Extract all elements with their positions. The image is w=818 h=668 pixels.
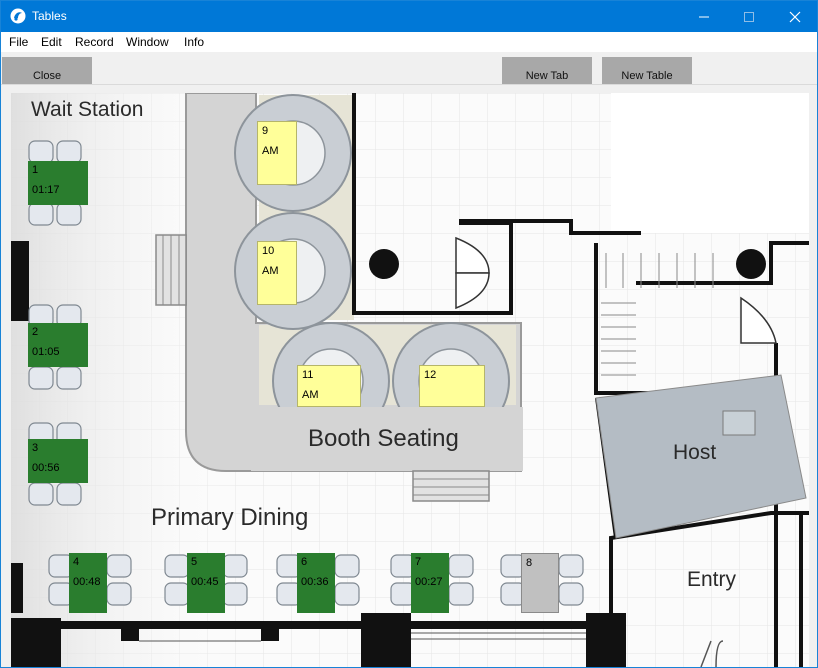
close-icon <box>789 11 801 23</box>
table-elapsed-time: 00:48 <box>73 576 101 588</box>
host-label: Host <box>673 441 717 464</box>
table-elapsed-time: 01:17 <box>32 184 60 196</box>
table-number: 12 <box>424 369 437 381</box>
maximize-button[interactable] <box>726 1 772 32</box>
minimize-button[interactable] <box>681 1 727 32</box>
table-elapsed-time: 00:56 <box>32 462 60 474</box>
tables-window: Tables File Edit Record Window Info Clos… <box>0 0 818 668</box>
maximize-icon <box>744 12 754 22</box>
table-1[interactable]: 1 01:17 <box>28 161 88 205</box>
entry-label: Entry <box>687 568 737 591</box>
table-6[interactable]: 6 00:36 <box>297 553 335 613</box>
table-number: 10 <box>262 245 275 257</box>
table-8[interactable]: 8 <box>521 553 559 613</box>
window-title: Tables <box>32 9 67 23</box>
table-number: 5 <box>191 556 198 568</box>
new-tab-button[interactable]: New Tab <box>502 57 592 84</box>
minimize-icon <box>699 16 709 18</box>
table-number: 8 <box>526 557 533 569</box>
table-reservation: AM <box>262 265 279 277</box>
primary-dining-label: Primary Dining <box>151 504 309 531</box>
toolbar: Close New Tab New Table <box>1 52 817 85</box>
table-2[interactable]: 2 01:05 <box>28 323 88 367</box>
table-reservation: AM <box>262 145 279 157</box>
table-number: 3 <box>32 442 39 454</box>
table-elapsed-time: 00:36 <box>301 576 329 588</box>
new-table-button[interactable]: New Table <box>602 57 692 84</box>
close-button[interactable]: Close <box>2 57 92 84</box>
menu-window[interactable]: Window <box>126 35 169 49</box>
booth-seating-label: Booth Seating <box>308 425 459 452</box>
table-number: 11 <box>302 369 314 381</box>
menu-edit[interactable]: Edit <box>41 35 62 49</box>
table-3[interactable]: 3 00:56 <box>28 439 88 483</box>
floor-plan[interactable]: Wait Station Booth Seating Primary Dinin… <box>11 93 809 667</box>
table-reservation: AM <box>302 389 319 401</box>
wait-station-label: Wait Station <box>31 98 144 121</box>
table-number: 6 <box>301 556 308 568</box>
table-number: 9 <box>262 125 269 137</box>
menu-record[interactable]: Record <box>75 35 114 49</box>
title-bar[interactable]: Tables <box>1 1 817 32</box>
table-number: 1 <box>32 164 39 176</box>
app-logo-icon <box>10 8 26 24</box>
table-12[interactable]: 12 <box>419 365 485 407</box>
menu-info[interactable]: Info <box>184 35 204 49</box>
table-elapsed-time: 00:45 <box>191 576 219 588</box>
table-7[interactable]: 7 00:27 <box>411 553 449 613</box>
table-10[interactable]: 10 AM <box>257 241 297 305</box>
table-9[interactable]: 9 AM <box>257 121 297 185</box>
table-number: 4 <box>73 556 80 568</box>
table-elapsed-time: 00:27 <box>415 576 443 588</box>
menu-file[interactable]: File <box>9 35 28 49</box>
table-5[interactable]: 5 00:45 <box>187 553 225 613</box>
table-4[interactable]: 4 00:48 <box>69 553 107 613</box>
table-11[interactable]: 11 AM <box>297 365 361 407</box>
table-elapsed-time: 01:05 <box>32 346 60 358</box>
menu-bar: File Edit Record Window Info <box>1 32 817 52</box>
table-number: 2 <box>32 326 39 338</box>
close-window-button[interactable] <box>772 1 817 32</box>
table-number: 7 <box>415 556 422 568</box>
